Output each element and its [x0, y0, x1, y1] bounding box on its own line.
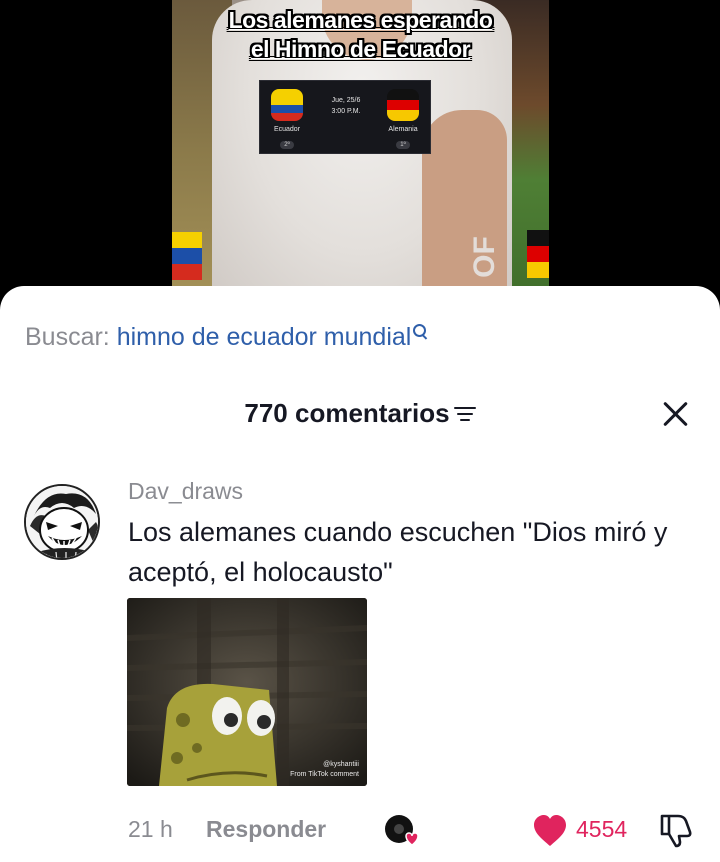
- search-icon[interactable]: [413, 324, 429, 340]
- comments-sheet: Buscar: himno de ecuador mundial 770 com…: [0, 286, 720, 862]
- meme-caption: Los alemanes esperando el Himno de Ecuad…: [172, 6, 549, 64]
- heart-icon: [534, 815, 566, 846]
- search-suggestion[interactable]: Buscar: himno de ecuador mundial: [25, 322, 429, 352]
- video-player[interactable]: OF Los alemanes esperando el Himno de Ec…: [0, 0, 720, 300]
- avatar[interactable]: [24, 484, 100, 560]
- close-icon[interactable]: [662, 400, 690, 428]
- search-query-link[interactable]: himno de ecuador mundial: [117, 323, 412, 351]
- home-team-rank: 2º: [280, 141, 294, 149]
- home-team-name: Ecuador: [273, 126, 301, 133]
- away-team-rank: 1º: [396, 141, 410, 149]
- match-date: Jue, 25/6: [331, 97, 361, 104]
- germany-badge-icon: [387, 89, 419, 121]
- gif-source: From TikTok comment: [290, 771, 359, 778]
- dislike-button[interactable]: [658, 812, 692, 848]
- comment-actions: 21 h Responder 4554: [128, 814, 720, 848]
- germany-flag-icon: [527, 230, 549, 278]
- home-team: Ecuador 2º: [262, 89, 312, 151]
- like-button[interactable]: 4554: [532, 814, 642, 848]
- comments-header: 770 comentarios: [0, 398, 720, 429]
- avatar-drawing-icon: [26, 486, 98, 558]
- match-info: Jue, 25/6 3:00 P.M.: [320, 95, 372, 117]
- like-count: 4554: [576, 816, 628, 842]
- ecuador-badge-icon: [271, 89, 303, 121]
- away-team-name: Alemania: [388, 126, 418, 133]
- creator-liked-avatar-icon[interactable]: [384, 814, 420, 850]
- gif-watermark: @kyshantiii From TikTok comment: [290, 760, 359, 780]
- comment-username[interactable]: Dav_draws: [128, 478, 243, 505]
- thumbs-down-icon: [660, 814, 692, 848]
- ecuador-flag-icon: [172, 232, 202, 280]
- comment-gif[interactable]: @kyshantiii From TikTok comment: [127, 598, 367, 786]
- comment-timestamp: 21 h: [128, 816, 173, 842]
- comment-text: Los alemanes cuando escuchen "Dios miró …: [128, 517, 668, 587]
- reply-button[interactable]: Responder: [206, 816, 326, 843]
- meme-caption-line2: el Himno de Ecuador: [250, 36, 471, 62]
- comments-count-title: 770 comentarios: [244, 398, 450, 428]
- meme-caption-line1: Los alemanes esperando: [228, 7, 493, 33]
- gif-watermark-user: @kyshantiii: [323, 761, 359, 768]
- match-time: 3:00 P.M.: [331, 108, 361, 115]
- pitch-board-text: OF: [467, 236, 501, 278]
- sort-icon[interactable]: [453, 405, 476, 423]
- away-team: Alemania 1º: [378, 89, 428, 151]
- search-label: Buscar:: [25, 323, 110, 351]
- spongebob-gif-image: [127, 598, 367, 786]
- match-card: Ecuador 2º Jue, 25/6 3:00 P.M. Alemania …: [259, 80, 431, 154]
